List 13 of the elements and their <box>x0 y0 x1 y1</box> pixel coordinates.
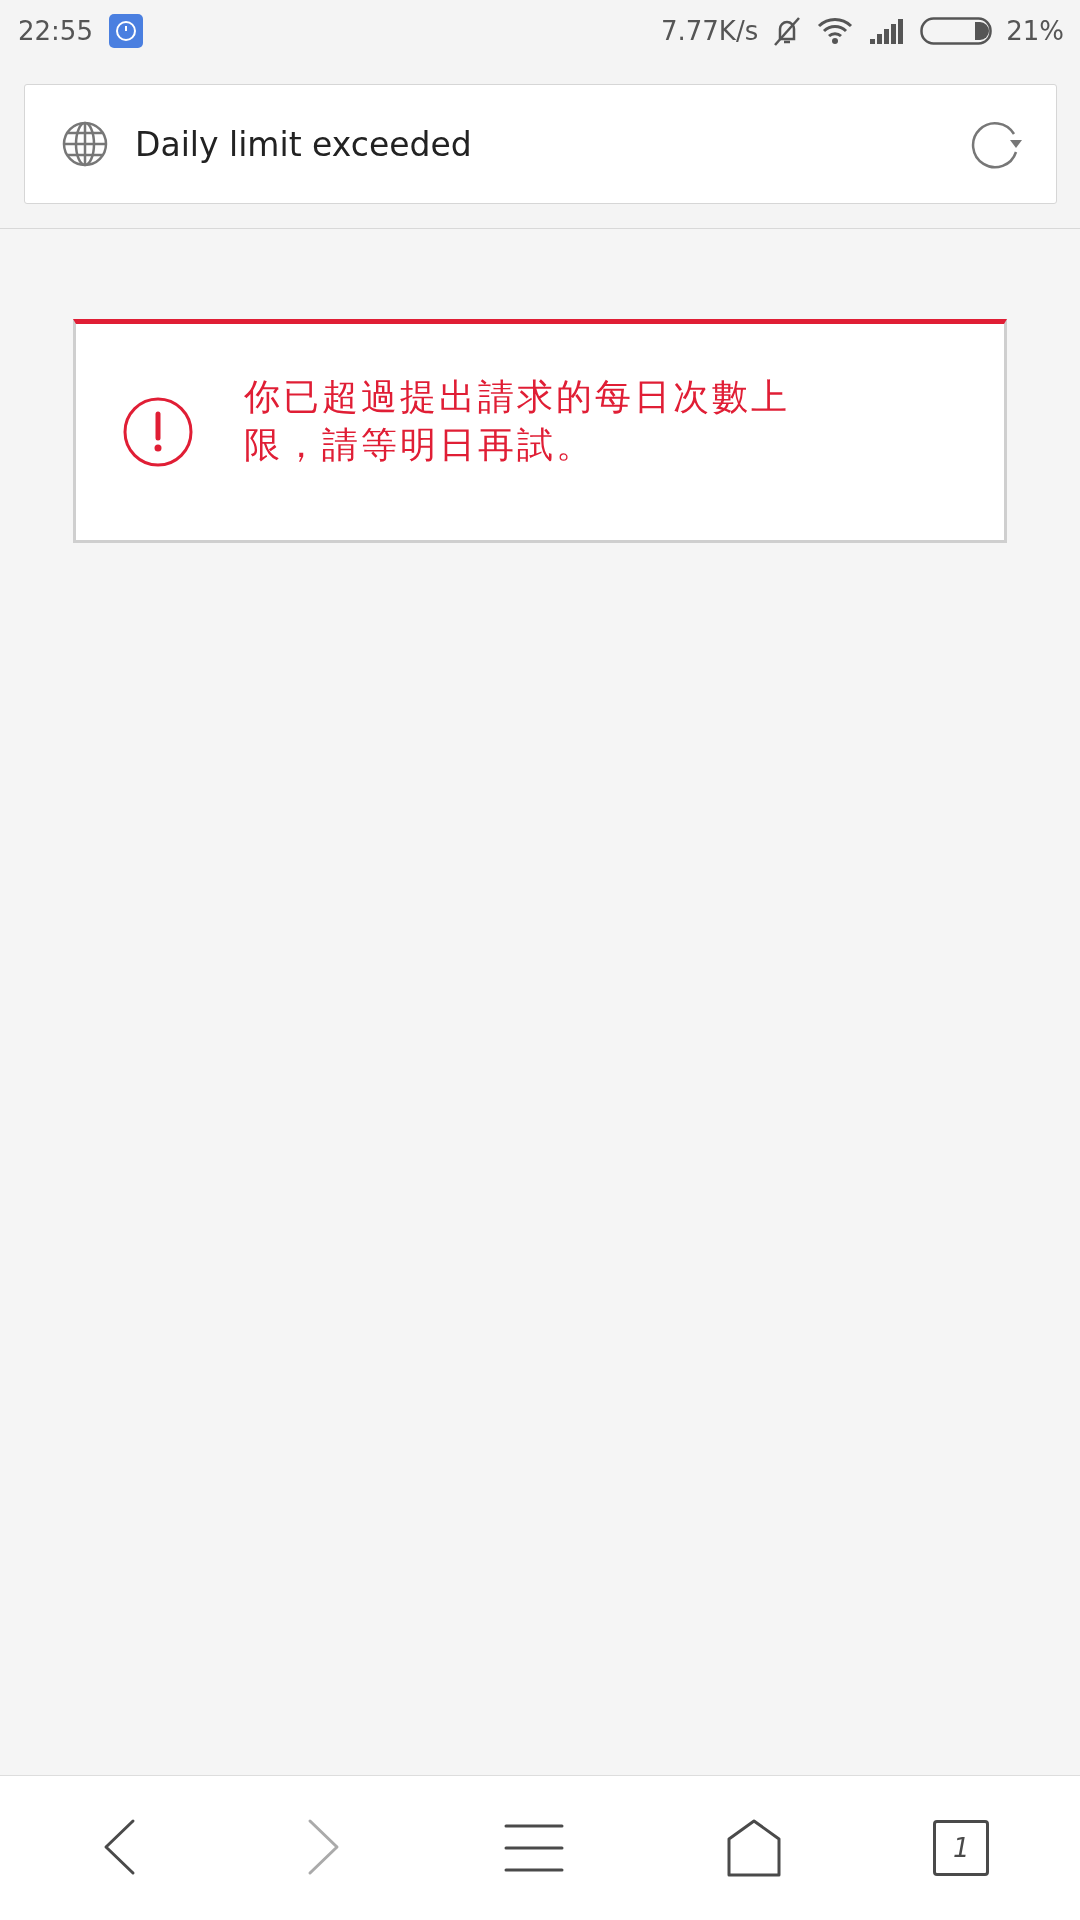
bell-muted-icon <box>772 15 803 47</box>
page-title: Daily limit exceeded <box>135 124 473 164</box>
battery-percent: 21% <box>1006 16 1064 46</box>
wifi-icon <box>816 16 855 46</box>
exclamation-circle-icon <box>122 396 194 468</box>
network-speed: 7.77K/s <box>660 16 759 46</box>
battery-icon <box>920 17 993 45</box>
error-message: 你已超過提出請求的每日次數上限，請等明日再試。 <box>244 375 791 467</box>
address-bar[interactable]: Daily limit exceeded <box>24 84 1057 204</box>
speedometer-icon <box>108 14 143 48</box>
globe-icon <box>61 120 109 168</box>
tabs-button[interactable]: 1 <box>933 1820 990 1876</box>
clock-time: 22:55 <box>18 16 93 46</box>
